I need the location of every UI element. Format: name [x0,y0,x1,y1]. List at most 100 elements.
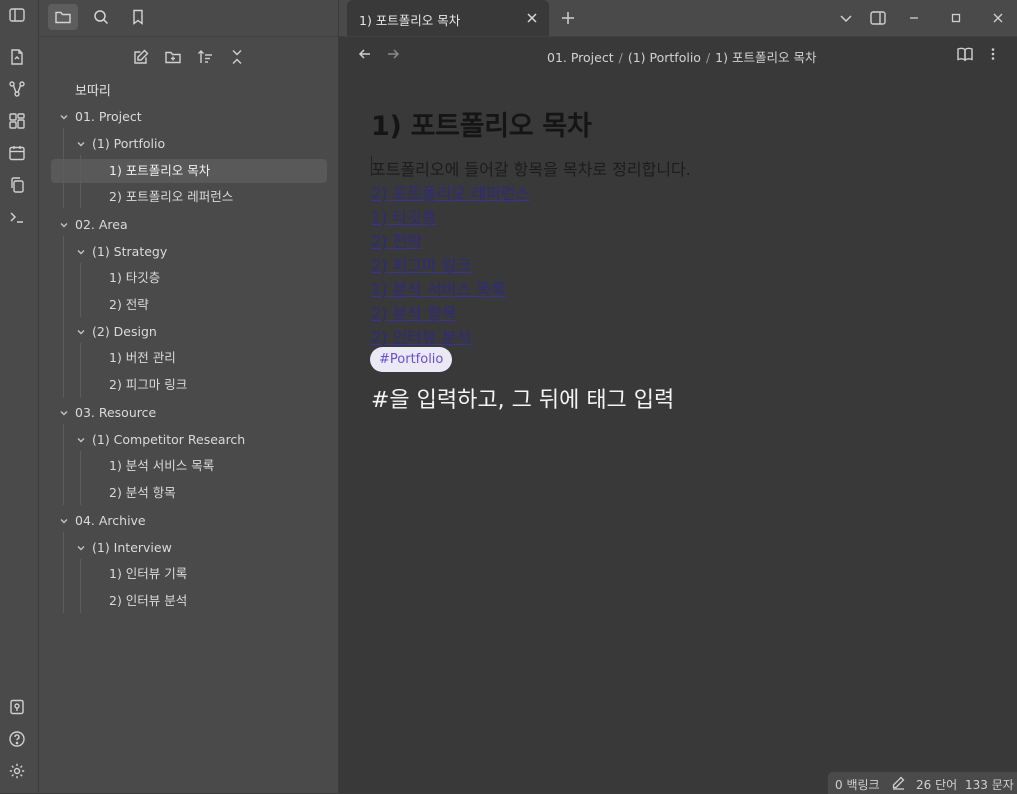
new-tab-plus-icon[interactable] [559,9,577,27]
new-folder-button[interactable] [162,46,184,68]
left-ribbon [0,0,39,793]
tree-folder-interview[interactable]: (1) Interview [77,537,172,559]
char-count: 133 문자 [965,778,1014,792]
tree-item-label: 04. Archive [75,513,146,528]
forward-arrow-icon[interactable] [384,45,402,63]
terminal-icon[interactable] [7,207,27,227]
note-intro-text[interactable]: 포트폴리오에 들어갈 항목을 목차로 정리합니다. [371,156,691,180]
internal-link[interactable]: 2) 포트폴리오 레퍼런스 [371,180,530,204]
sort-button[interactable] [194,46,216,68]
tree-file-interview-log[interactable]: 1) 인터뷰 기록 [109,563,187,585]
tree-folder-portfolio[interactable]: (1) Portfolio [77,133,166,155]
collapse-all-button[interactable] [226,46,248,68]
tree-folder-competitor[interactable]: (1) Competitor Research [77,429,246,451]
tab-title: 1) 포트폴리오 목차 [359,13,461,28]
toggle-sidebar-icon[interactable] [7,5,27,25]
graph-view-icon[interactable] [7,79,27,99]
internal-link[interactable]: 2) 분석 항목 [371,300,456,324]
tree-file-interview-analysis[interactable]: 2) 인터뷰 분석 [109,590,187,612]
tab-bar: 1) 포트폴리오 목차 [339,0,1017,37]
bookmark-icon[interactable] [123,4,153,30]
tree-item-label: 03. Resource [75,405,157,420]
tree-item-label: 02. Area [75,217,128,232]
tree-guide [80,343,81,398]
tree-item-label: (2) Design [92,324,157,339]
internal-link[interactable]: 1) 타깃층 [371,204,437,228]
tree-folder-strategy[interactable]: (1) Strategy [77,241,168,263]
file-explorer-tab[interactable] [48,4,78,30]
tree-item-label: 2) 피그마 링크 [109,377,188,392]
tree-folder-resource[interactable]: 03. Resource [60,402,157,424]
tree-item-label: 2) 전략 [109,297,149,312]
tree-guide [80,451,81,505]
pencil-icon[interactable] [891,775,906,790]
chevron-down-icon [59,112,69,122]
tab-list-chevron-down-icon[interactable] [837,9,855,27]
search-icon[interactable] [86,4,116,30]
tree-item-label: 2) 인터뷰 분석 [109,593,188,608]
new-note-icon[interactable] [7,47,27,67]
tree-guide [80,559,81,613]
breadcrumb: 01. Project / (1) Portfolio / 1) 포트폴리오 목차 [547,47,816,66]
breadcrumb-item[interactable]: (1) Portfolio [628,50,701,65]
chevron-down-icon [76,247,86,257]
window-close-icon[interactable] [989,9,1007,27]
tree-folder-archive[interactable]: 04. Archive [60,510,146,532]
breadcrumb-item[interactable]: 1) 포트폴리오 목차 [715,50,816,65]
tree-file-analysis-list[interactable]: 1) 분석 서비스 목록 [109,455,214,477]
chevron-down-icon [59,408,69,418]
tree-item-label: (1) Strategy [92,244,168,259]
more-options-icon[interactable] [984,45,1002,63]
status-bar: 0 백링크 26 단어 133 문자 [827,771,1017,794]
tree-item-label: 1) 인터뷰 기록 [109,566,188,581]
tree-guide [63,532,64,613]
close-icon[interactable] [525,11,539,25]
help-icon[interactable] [7,729,27,749]
chevron-down-icon [76,139,86,149]
chevron-down-icon [59,220,69,230]
internal-link[interactable]: 1) 분석 서비스 목록 [371,276,506,300]
tree-file-target[interactable]: 1) 타깃층 [109,267,160,289]
tree-item-label: 01. Project [75,109,142,124]
reading-view-book-icon[interactable] [956,45,974,63]
copy-icon[interactable] [7,175,27,195]
settings-gear-icon[interactable] [7,761,27,781]
tree-folder-project[interactable]: 01. Project [60,106,142,128]
tree-item-label: 2) 분석 항목 [109,485,176,500]
canvas-icon[interactable] [7,111,27,131]
minimize-icon[interactable] [905,9,923,27]
note-title[interactable]: 1) 포트폴리오 목차 [371,104,592,143]
chevron-down-icon [59,516,69,526]
tree-item-label: 1) 타깃층 [109,270,161,285]
view-header: 01. Project / (1) Portfolio / 1) 포트폴리오 목차 [339,36,1017,72]
calendar-icon[interactable] [7,143,27,163]
back-arrow-icon[interactable] [356,45,374,63]
internal-link[interactable]: 2) 전략 [371,228,422,252]
tree-guide [63,424,64,505]
new-note-button[interactable] [130,46,152,68]
backlinks-count[interactable]: 0 백링크 [835,776,880,793]
tree-file-analysis-items[interactable]: 2) 분석 항목 [109,482,176,504]
tree-file-portfolio-reference[interactable]: 2) 포트폴리오 레퍼런스 [109,186,233,208]
breadcrumb-item[interactable]: 01. Project [547,50,614,65]
vault-switcher-icon[interactable] [7,697,27,717]
word-count: 26 단어 [916,778,958,792]
internal-link[interactable]: 2) 인터뷰 분석 [371,324,471,348]
tree-file-strategy[interactable]: 2) 전략 [109,294,149,316]
tree-folder-area[interactable]: 02. Area [60,214,128,236]
maximize-icon[interactable] [947,9,965,27]
tree-file-version[interactable]: 1) 버전 관리 [109,347,176,369]
toggle-right-sidebar-icon[interactable] [869,9,887,27]
tree-guide [80,263,81,317]
internal-link[interactable]: 2) 피그마 링크 [371,252,471,276]
tree-item-label: (1) Portfolio [92,136,166,151]
vault-name: 보따리 [75,84,111,99]
tree-file-portfolio-toc[interactable]: 1) 포트폴리오 목차 [109,160,210,182]
tag-pill[interactable]: #Portfolio [370,347,453,372]
breadcrumb-separator: / [618,50,623,65]
tree-folder-design[interactable]: (2) Design [77,321,157,343]
tab-portfolio-toc[interactable]: 1) 포트폴리오 목차 [347,0,549,36]
tree-file-figma[interactable]: 2) 피그마 링크 [109,374,187,396]
tree-item-label: (1) Competitor Research [92,432,246,447]
file-explorer-sidebar: 보따리 01. Project (1) Portfolio 1) 포트폴리오 목… [39,0,339,793]
